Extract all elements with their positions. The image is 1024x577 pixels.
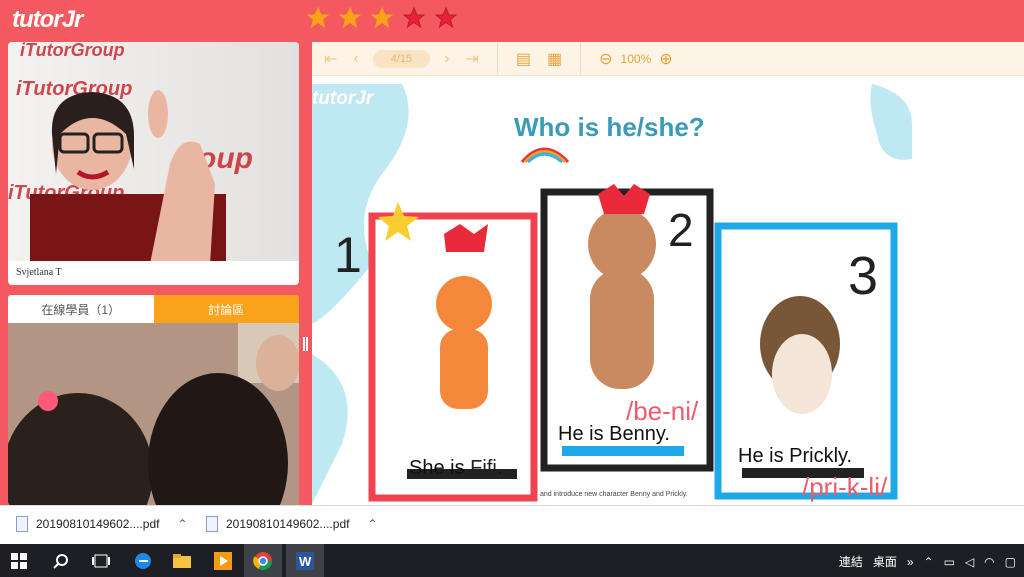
download-bar: 20190810149602....pdf ⌃ 20190810149602..… xyxy=(0,505,1024,544)
top-bar: tutorJr xyxy=(0,0,1024,40)
student-video xyxy=(8,323,299,505)
chevron-more-icon[interactable]: » xyxy=(907,555,914,569)
prev-page-icon[interactable]: ‹ xyxy=(353,50,358,68)
panel-resize-handle[interactable] xyxy=(303,337,308,351)
last-page-icon[interactable]: ⇥ xyxy=(465,49,478,69)
search-icon[interactable] xyxy=(42,544,80,577)
tab-online-students[interactable]: 在線學員（1） xyxy=(8,295,154,323)
tutor-name: Svjetlana T xyxy=(8,261,299,285)
task-view-icon[interactable] xyxy=(82,544,120,577)
slide-brand: tutorJr xyxy=(312,88,375,109)
system-tray: 連結 桌面 » ⌃ ▭ ◁ ◠ ▢ xyxy=(839,553,1016,570)
first-page-icon[interactable]: ⇤ xyxy=(324,49,337,69)
doc-notes-icon[interactable]: ▤ xyxy=(516,49,531,69)
svg-text:W: W xyxy=(299,554,312,569)
pronunciation-note: /be-ni/ xyxy=(626,396,699,426)
card-sentence: He is Benny. xyxy=(558,423,670,445)
chevron-up-icon[interactable]: ⌃ xyxy=(367,517,377,531)
star-icon[interactable] xyxy=(370,6,394,30)
volume-icon[interactable]: ◁ xyxy=(965,555,974,569)
download-item[interactable]: 20190810149602....pdf ⌃ xyxy=(206,516,378,532)
app-logo: tutorJr xyxy=(12,6,83,33)
panel-tabs: 在線學員（1） 討論區 xyxy=(8,295,299,323)
tutor-figure xyxy=(30,90,226,261)
page-indicator: 4/15 xyxy=(372,49,431,68)
slide-footnote: and introduce new character Benny and Pr… xyxy=(540,491,688,498)
wifi-icon[interactable]: ◠ xyxy=(984,555,994,569)
edge-browser-icon[interactable] xyxy=(124,544,162,577)
tab-discussion[interactable]: 討論區 xyxy=(153,295,299,323)
zoom-out-icon[interactable]: ⊖ xyxy=(599,49,612,69)
next-page-icon[interactable]: › xyxy=(444,50,449,68)
download-filename: 20190810149602....pdf xyxy=(226,517,350,531)
pronunciation-note: /pri-k-li/ xyxy=(802,472,888,502)
card-number: 3 xyxy=(848,246,878,306)
pdf-file-icon xyxy=(206,516,218,532)
chevron-up-icon[interactable]: ⌃ xyxy=(924,555,934,569)
doc-list-icon[interactable]: ▦ xyxy=(547,49,562,69)
card-number: 2 xyxy=(668,204,694,256)
fox-character xyxy=(436,276,492,332)
media-player-icon[interactable] xyxy=(204,544,242,577)
star-icon[interactable] xyxy=(306,6,330,30)
tray-network-label[interactable]: 連結 xyxy=(839,553,863,570)
windows-start-icon[interactable] xyxy=(0,544,38,577)
watermark: iTutorGroup xyxy=(20,42,125,60)
lesson-slide: tutorJr Who is he/she? 1 She is Fifi. 2 … xyxy=(312,84,912,504)
zoom-in-icon[interactable]: ⊕ xyxy=(659,49,672,69)
tray-desktop-label[interactable]: 桌面 xyxy=(873,553,897,570)
star-rating[interactable] xyxy=(306,6,458,30)
file-explorer-icon[interactable] xyxy=(163,544,201,577)
star-icon[interactable] xyxy=(338,6,362,30)
pdf-file-icon xyxy=(16,516,28,532)
document-viewer: ⇤ ‹ 4/15 › ⇥ ▤ ▦ ⊖ 100% ⊕ tutorJr Who is… xyxy=(312,41,1024,505)
star-icon[interactable] xyxy=(402,6,426,30)
student-figure xyxy=(8,323,299,505)
chrome-browser-icon[interactable] xyxy=(244,544,282,577)
windows-taskbar: W 連結 桌面 » ⌃ ▭ ◁ ◠ ▢ xyxy=(0,544,1024,577)
chevron-up-icon[interactable]: ⌃ xyxy=(177,517,187,531)
card-sentence: She is Fifi. xyxy=(409,457,502,479)
viewer-toolbar: ⇤ ‹ 4/15 › ⇥ ▤ ▦ ⊖ 100% ⊕ xyxy=(312,41,1024,76)
card-sentence: He is Prickly. xyxy=(738,445,852,467)
word-app-icon[interactable]: W xyxy=(286,544,324,577)
card-number: 1 xyxy=(334,227,362,283)
slide-title: Who is he/she? xyxy=(514,112,705,142)
star-icon[interactable] xyxy=(434,6,458,30)
notification-icon[interactable]: ▢ xyxy=(1005,555,1016,569)
download-item[interactable]: 20190810149602....pdf ⌃ xyxy=(16,516,188,532)
zoom-level: 100% xyxy=(620,51,652,66)
tutor-video: iTutorGroup iTutorGroup oup iTutorGroup xyxy=(8,42,299,261)
download-filename: 20190810149602....pdf xyxy=(36,517,160,531)
battery-icon[interactable]: ▭ xyxy=(944,555,955,569)
